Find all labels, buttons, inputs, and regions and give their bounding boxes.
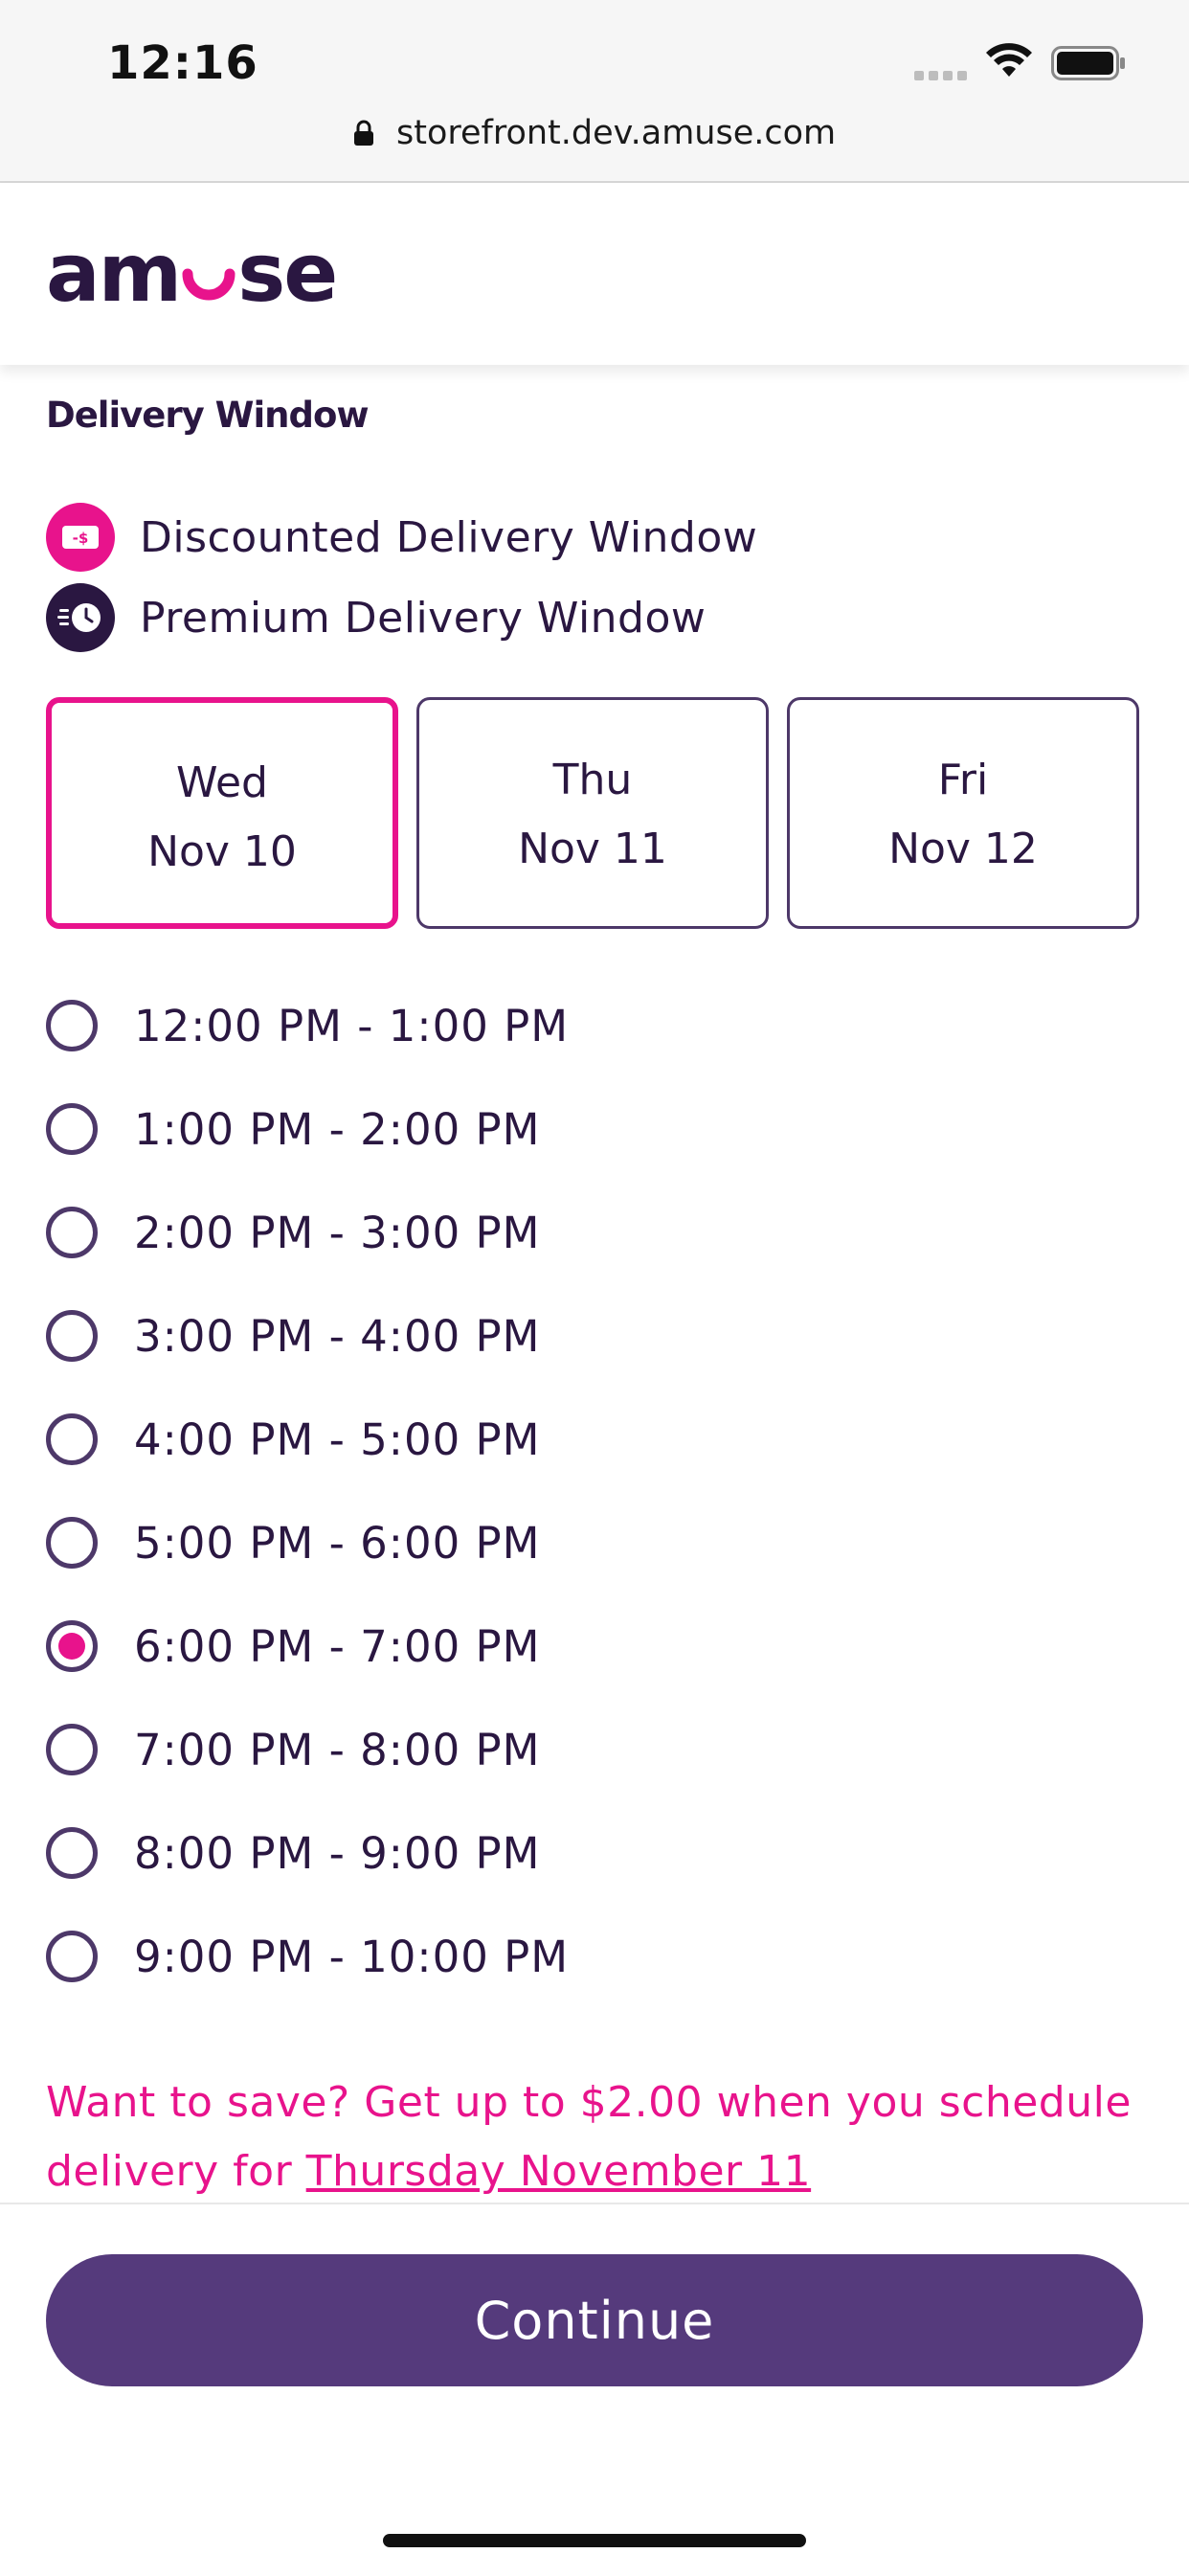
radio-button[interactable] [46, 1517, 98, 1569]
time-slot-label: 12:00 PM - 1:00 PM [134, 1000, 570, 1051]
radio-button[interactable] [46, 1413, 98, 1465]
continue-button[interactable]: Continue [46, 2254, 1143, 2386]
radio-button-checked[interactable] [46, 1620, 98, 1672]
time-slot-option[interactable]: 5:00 PM - 6:00 PM [46, 1504, 1147, 1581]
day-date: Nov 11 [518, 825, 667, 873]
day-of-week: Fri [937, 756, 989, 804]
time-slot-label: 3:00 PM - 4:00 PM [134, 1310, 541, 1362]
page-title: Delivery Window [46, 395, 370, 436]
time-slot-option[interactable]: 9:00 PM - 10:00 PM [46, 1918, 1147, 1995]
legend-premium: Premium Delivery Window [46, 583, 706, 652]
time-slot-label: 7:00 PM - 8:00 PM [134, 1724, 541, 1775]
radio-button[interactable] [46, 1827, 98, 1879]
time-slot-label: 9:00 PM - 10:00 PM [134, 1931, 570, 1982]
promo-day-link[interactable]: Thursday November 11 [306, 2147, 811, 2196]
day-date: Nov 10 [147, 827, 297, 876]
radio-button[interactable] [46, 1207, 98, 1258]
day-card-thu[interactable]: Thu Nov 11 [416, 697, 769, 929]
day-of-week: Wed [176, 758, 268, 807]
time-slot-option[interactable]: 7:00 PM - 8:00 PM [46, 1711, 1147, 1788]
logo-text-prefix: am [46, 226, 182, 320]
radio-button[interactable] [46, 1931, 98, 1982]
savings-promo: Want to save? Get up to $2.00 when you s… [46, 2068, 1147, 2206]
day-card-wed[interactable]: Wed Nov 10 [46, 697, 398, 929]
address-bar[interactable]: storefront.dev.amuse.com [0, 113, 1189, 152]
logo-text-suffix: se [237, 226, 338, 320]
site-header: am se [0, 183, 1189, 365]
time-slot-label: 1:00 PM - 2:00 PM [134, 1103, 541, 1155]
radio-button[interactable] [46, 1310, 98, 1362]
time-slot-option[interactable]: 1:00 PM - 2:00 PM [46, 1091, 1147, 1167]
logo-smile-icon [182, 268, 236, 301]
day-date: Nov 12 [888, 825, 1038, 873]
legend-label: Premium Delivery Window [140, 593, 707, 643]
lock-icon [353, 120, 373, 146]
time-slot-option[interactable]: 12:00 PM - 1:00 PM [46, 987, 1147, 1064]
time-slot-label: 6:00 PM - 7:00 PM [134, 1620, 541, 1672]
url-text: storefront.dev.amuse.com [395, 114, 837, 152]
time-slot-label: 5:00 PM - 6:00 PM [134, 1517, 541, 1569]
legend-discounted: -$ Discounted Delivery Window [46, 503, 757, 572]
time-slot-option[interactable]: 2:00 PM - 3:00 PM [46, 1194, 1147, 1271]
home-indicator[interactable] [383, 2534, 806, 2547]
time-slot-option[interactable]: 4:00 PM - 5:00 PM [46, 1401, 1147, 1478]
time-slot-label: 4:00 PM - 5:00 PM [134, 1413, 541, 1465]
day-of-week: Thu [552, 756, 633, 804]
time-slot-label: 2:00 PM - 3:00 PM [134, 1207, 541, 1258]
browser-chrome: 12:16 storefront.dev.amuse.com [0, 0, 1189, 183]
time-slot-option[interactable]: 6:00 PM - 7:00 PM [46, 1608, 1147, 1684]
day-card-fri[interactable]: Fri Nov 12 [787, 697, 1139, 929]
radio-button[interactable] [46, 1724, 98, 1775]
radio-button[interactable] [46, 1103, 98, 1155]
legend-label: Discounted Delivery Window [140, 512, 758, 562]
discount-tag-icon: -$ [46, 503, 115, 572]
fast-clock-icon [46, 583, 115, 652]
radio-button[interactable] [46, 1000, 98, 1051]
time-slot-option[interactable]: 3:00 PM - 4:00 PM [46, 1298, 1147, 1374]
time-slot-label: 8:00 PM - 9:00 PM [134, 1827, 541, 1879]
time-slot-option[interactable]: 8:00 PM - 9:00 PM [46, 1815, 1147, 1891]
cellular-signal-icon [914, 71, 967, 80]
status-time: 12:16 [107, 36, 258, 90]
svg-text:-$: -$ [73, 530, 89, 547]
wifi-icon [986, 43, 1032, 77]
sticky-footer: Continue [0, 2203, 1189, 2576]
battery-icon [1051, 46, 1125, 80]
amuse-logo[interactable]: am se [46, 233, 338, 313]
